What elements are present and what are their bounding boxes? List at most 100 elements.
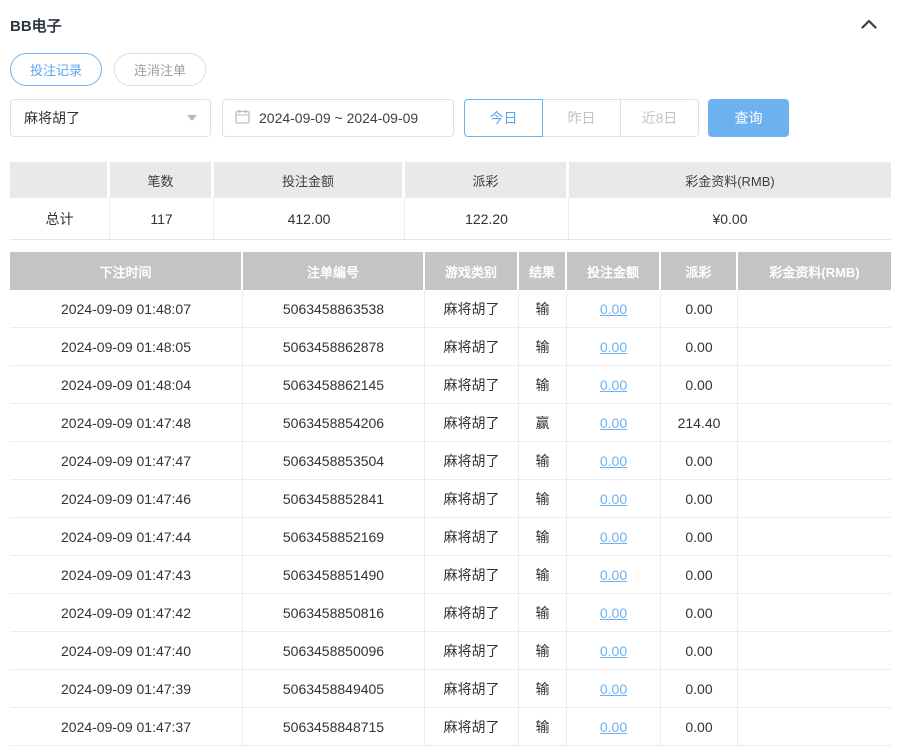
cell-bet: 0.00 — [567, 556, 661, 593]
query-button[interactable]: 查询 — [708, 99, 789, 137]
column-header-payout: 派彩 — [661, 252, 738, 290]
cell-bonus — [738, 518, 891, 555]
bet-amount-link[interactable]: 0.00 — [600, 681, 627, 697]
records-table-header: 下注时间 注单编号 游戏类别 结果 投注金额 派彩 彩金资料(RMB) — [10, 252, 891, 290]
last-8-days-button[interactable]: 近8日 — [620, 99, 699, 137]
cell-payout: 214.40 — [661, 404, 738, 441]
page-title: BB电子 — [10, 17, 62, 35]
cell-bet: 0.00 — [567, 442, 661, 479]
chevron-down-icon — [187, 115, 197, 121]
bet-amount-link[interactable]: 0.00 — [600, 719, 627, 735]
bet-amount-link[interactable]: 0.00 — [600, 643, 627, 659]
cell-bet: 0.00 — [567, 366, 661, 403]
cell-result: 输 — [519, 708, 567, 745]
table-row: 2024-09-09 01:47:40 5063458850096 麻将胡了输 0.0… — [10, 632, 891, 670]
cell-game: 麻将胡了 — [425, 632, 519, 669]
date-range-input[interactable]: 2024-09-09 ~ 2024-09-09 — [222, 99, 454, 137]
cell-payout: 0.00 — [661, 366, 738, 403]
cell-time: 2024-09-09 01:47:37 — [10, 708, 243, 745]
tab-cancelled-orders[interactable]: 连消注单 — [114, 53, 207, 86]
summary-header-payout: 派彩 — [405, 162, 569, 198]
cell-result: 输 — [519, 328, 567, 365]
cell-time: 2024-09-09 01:48:04 — [10, 366, 243, 403]
cell-game: 麻将胡了 — [425, 556, 519, 593]
cell-time: 2024-09-09 01:48:07 — [10, 290, 243, 327]
cell-time: 2024-09-09 01:47:39 — [10, 670, 243, 707]
table-row: 2024-09-09 01:47:46 5063458852841 麻将胡了输 0.0… — [10, 480, 891, 518]
table-row: 2024-09-09 01:47:47 5063458853504 麻将胡了输 0.0… — [10, 442, 891, 480]
cell-order: 5063458851490 — [243, 556, 425, 593]
cell-game: 麻将胡了 — [425, 328, 519, 365]
bet-amount-link[interactable]: 0.00 — [600, 339, 627, 355]
bet-amount-link[interactable]: 0.00 — [600, 415, 627, 431]
bet-amount-link[interactable]: 0.00 — [600, 605, 627, 621]
bet-amount-link[interactable]: 0.00 — [600, 377, 627, 393]
cell-time: 2024-09-09 01:48:05 — [10, 328, 243, 365]
cell-game: 麻将胡了 — [425, 442, 519, 479]
summary-table: 笔数 投注金额 派彩 彩金资料(RMB) 总计 117 412.00 122.2… — [10, 162, 891, 240]
cell-time: 2024-09-09 01:47:48 — [10, 404, 243, 441]
cell-order: 5063458863538 — [243, 290, 425, 327]
game-select-value: 麻将胡了 — [24, 110, 80, 126]
cell-payout: 0.00 — [661, 518, 738, 555]
column-header-bet: 投注金额 — [567, 252, 661, 290]
cell-bonus — [738, 632, 891, 669]
table-row: 2024-09-09 01:48:07 5063458863538 麻将胡了输 0.0… — [10, 290, 891, 328]
cell-payout: 0.00 — [661, 442, 738, 479]
cell-time: 2024-09-09 01:47:40 — [10, 632, 243, 669]
quick-date-buttons: 今日 昨日 近8日 — [464, 99, 699, 137]
collapse-button[interactable] — [857, 15, 881, 35]
cell-order: 5063458854206 — [243, 404, 425, 441]
cell-payout: 0.00 — [661, 480, 738, 517]
cell-bet: 0.00 — [567, 480, 661, 517]
column-header-game: 游戏类别 — [425, 252, 519, 290]
summary-header-row: 笔数 投注金额 派彩 彩金资料(RMB) — [10, 162, 891, 198]
cell-result: 赢 — [519, 404, 567, 441]
date-range-value: 2024-09-09 ~ 2024-09-09 — [259, 110, 419, 126]
bet-amount-link[interactable]: 0.00 — [600, 301, 627, 317]
cell-result: 输 — [519, 670, 567, 707]
summary-count-value: 117 — [110, 198, 214, 240]
cell-order: 5063458852169 — [243, 518, 425, 555]
cell-order: 5063458848715 — [243, 708, 425, 745]
summary-payout-value: 122.20 — [405, 198, 569, 240]
cell-bet: 0.00 — [567, 670, 661, 707]
calendar-icon — [235, 109, 250, 127]
cell-order: 5063458850816 — [243, 594, 425, 631]
cell-bet: 0.00 — [567, 290, 661, 327]
cell-game: 麻将胡了 — [425, 518, 519, 555]
summary-header-bet-amount: 投注金额 — [214, 162, 405, 198]
bet-amount-link[interactable]: 0.00 — [600, 529, 627, 545]
cell-time: 2024-09-09 01:47:47 — [10, 442, 243, 479]
filter-bar: 麻将胡了 2024-09-09 ~ 2024-09-09 今日 昨日 近8日 查询 — [10, 99, 891, 137]
cell-order: 5063458849405 — [243, 670, 425, 707]
cell-game: 麻将胡了 — [425, 366, 519, 403]
yesterday-button[interactable]: 昨日 — [542, 99, 621, 137]
table-row: 2024-09-09 01:48:05 5063458862878 麻将胡了输 0.0… — [10, 328, 891, 366]
cell-bet: 0.00 — [567, 594, 661, 631]
table-row: 2024-09-09 01:47:39 5063458849405 麻将胡了输 0.0… — [10, 670, 891, 708]
table-row: 2024-09-09 01:47:44 5063458852169 麻将胡了输 0.0… — [10, 518, 891, 556]
cell-bonus — [738, 290, 891, 327]
cell-payout: 0.00 — [661, 632, 738, 669]
bet-amount-link[interactable]: 0.00 — [600, 567, 627, 583]
cell-time: 2024-09-09 01:47:46 — [10, 480, 243, 517]
bet-amount-link[interactable]: 0.00 — [600, 453, 627, 469]
summary-header-empty — [10, 162, 110, 198]
tabs: 投注记录 连消注单 — [10, 53, 891, 86]
cell-result: 输 — [519, 442, 567, 479]
bet-amount-link[interactable]: 0.00 — [600, 491, 627, 507]
cell-bonus — [738, 556, 891, 593]
table-row: 2024-09-09 01:47:48 5063458854206 麻将胡了赢 0.0… — [10, 404, 891, 442]
cell-game: 麻将胡了 — [425, 480, 519, 517]
today-button[interactable]: 今日 — [464, 99, 543, 137]
cell-bet: 0.00 — [567, 632, 661, 669]
column-header-order: 注单编号 — [243, 252, 425, 290]
tab-bet-records[interactable]: 投注记录 — [10, 53, 103, 86]
cell-result: 输 — [519, 518, 567, 555]
game-select[interactable]: 麻将胡了 — [10, 99, 211, 137]
summary-header-bonus: 彩金资料(RMB) — [569, 162, 891, 198]
records-table-body: 2024-09-09 01:48:07 5063458863538 麻将胡了输 0.0… — [10, 290, 891, 746]
table-row: 2024-09-09 01:47:42 5063458850816 麻将胡了输 0.0… — [10, 594, 891, 632]
table-row: 2024-09-09 01:47:43 5063458851490 麻将胡了输 0.0… — [10, 556, 891, 594]
